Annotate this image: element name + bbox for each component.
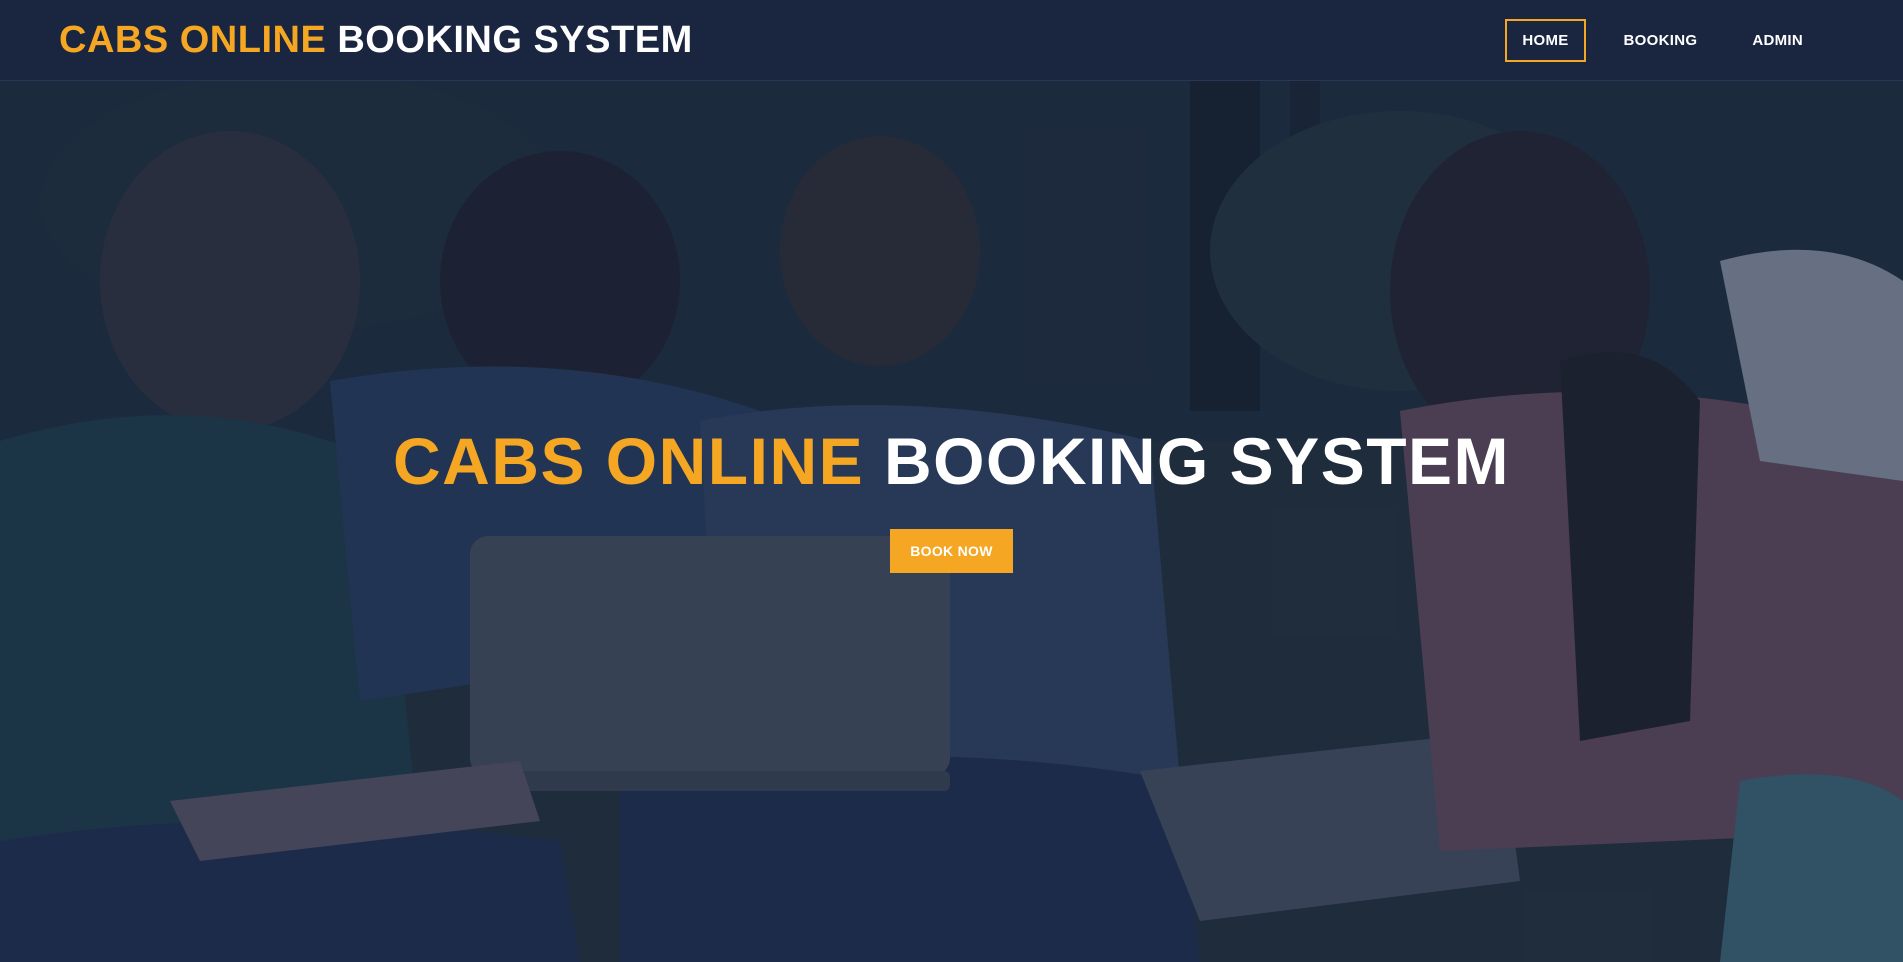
hero-title-rest: BOOKING SYSTEM: [883, 424, 1511, 498]
nav-admin-link[interactable]: ADMIN: [1735, 19, 1820, 62]
site-logo[interactable]: CABS ONLINE BOOKING SYSTEM: [59, 19, 693, 62]
logo-accent-text: CABS ONLINE: [59, 18, 327, 61]
nav-booking-link[interactable]: BOOKING: [1607, 19, 1715, 62]
top-navbar: CABS ONLINE BOOKING SYSTEM HOME BOOKING …: [0, 0, 1903, 81]
hero-content: CABS ONLINE BOOKING SYSTEM BOOK NOW: [0, 423, 1903, 573]
main-nav: HOME BOOKING ADMIN: [1484, 18, 1820, 62]
logo-text: BOOKING SYSTEM: [337, 18, 693, 61]
hero-title-accent: CABS ONLINE: [392, 424, 865, 498]
book-now-button[interactable]: BOOK NOW: [890, 529, 1013, 573]
hero-section: CABS ONLINE BOOKING SYSTEM BOOK NOW: [0, 81, 1903, 962]
hero-title: CABS ONLINE BOOKING SYSTEM: [0, 423, 1903, 499]
nav-home-link[interactable]: HOME: [1505, 18, 1586, 62]
